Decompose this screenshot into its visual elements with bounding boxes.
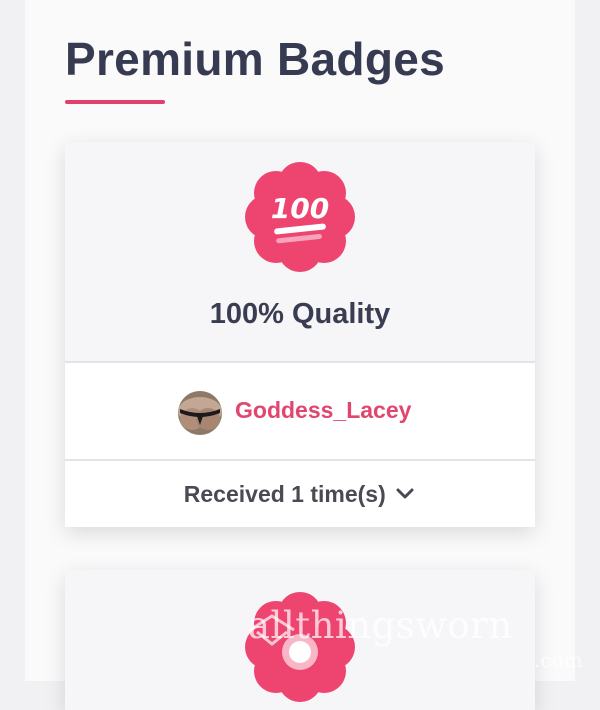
badge-user-row[interactable]: Goddess_Lacey — [65, 363, 535, 459]
title-underline — [65, 100, 165, 104]
badge-name: 100% Quality — [209, 298, 391, 330]
badge-card: 100 100% Quality Goddess_Lacey Received … — [65, 142, 535, 527]
watermark-text: allthingsworn — [248, 604, 513, 647]
received-toggle[interactable]: Received 1 time(s) — [65, 461, 535, 527]
hundred-points-icon: 100 — [245, 162, 355, 272]
username-link[interactable]: Goddess_Lacey — [235, 397, 411, 424]
received-count: Received 1 time(s) — [183, 481, 386, 507]
svg-text:100: 100 — [271, 192, 329, 225]
badge-header: 100 100% Quality — [65, 142, 535, 362]
page-title: Premium Badges — [65, 33, 445, 85]
watermark-suffix: .com — [534, 648, 583, 672]
user-avatar[interactable] — [178, 391, 222, 435]
chevron-down-icon — [396, 488, 414, 499]
